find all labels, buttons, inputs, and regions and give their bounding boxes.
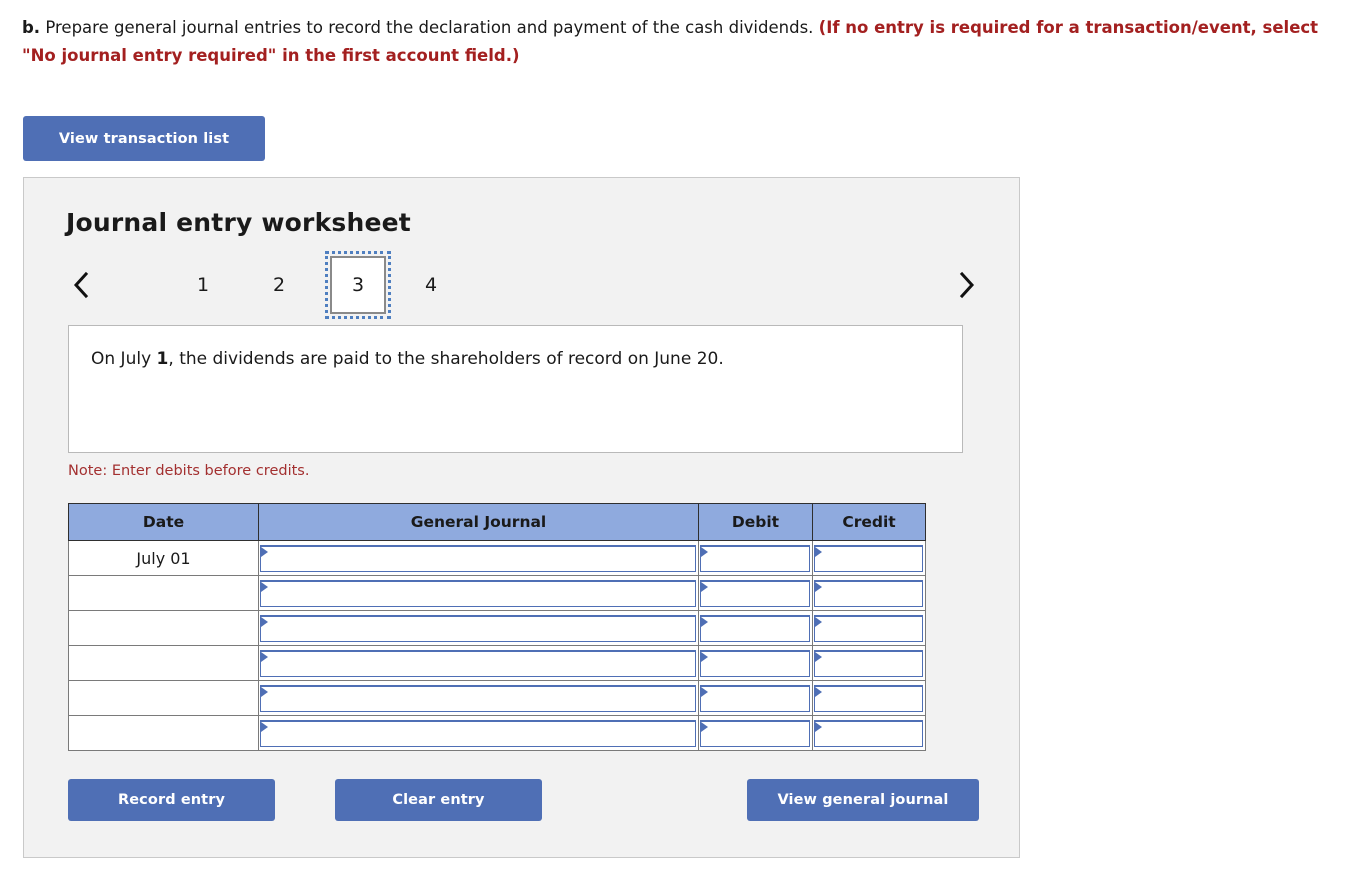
view-general-journal-button[interactable]: View general journal [747, 779, 979, 821]
journal-entry-worksheet-panel: Journal entry worksheet 1 2 3 4 On July … [23, 177, 1020, 858]
transaction-description-box: On July 1, the dividends are paid to the… [68, 325, 963, 453]
transaction-description-text: On July 1, the dividends are paid to the… [91, 347, 948, 371]
credit-cell[interactable] [812, 575, 926, 611]
clear-entry-button[interactable]: Clear entry [335, 779, 542, 821]
debit-input[interactable] [700, 579, 810, 607]
debit-input[interactable] [700, 614, 810, 642]
table-row [68, 645, 926, 681]
credit-cell[interactable] [812, 610, 926, 646]
transaction-text-suffix: , the dividends are paid to the sharehol… [168, 349, 724, 369]
account-select[interactable] [260, 649, 696, 677]
credit-input[interactable] [814, 684, 923, 712]
worksheet-tab-3[interactable]: 3 [325, 251, 391, 319]
question-body: Prepare general journal entries to recor… [40, 18, 819, 37]
debit-cell[interactable] [698, 715, 813, 751]
column-header-debit: Debit [698, 503, 813, 541]
journal-entry-page: b. Prepare general journal entries to re… [0, 0, 1359, 885]
table-row [68, 610, 926, 646]
column-header-date: Date [68, 503, 259, 541]
table-row: July 01 [68, 540, 926, 576]
worksheet-tab-strip: 1 2 3 4 [66, 251, 981, 320]
credit-input[interactable] [814, 719, 923, 747]
account-select[interactable] [260, 719, 696, 747]
general-journal-cell[interactable] [258, 680, 699, 716]
account-select[interactable] [260, 614, 696, 642]
debit-input[interactable] [700, 684, 810, 712]
date-cell[interactable]: July 01 [68, 540, 259, 576]
record-entry-button[interactable]: Record entry [68, 779, 275, 821]
credit-input[interactable] [814, 614, 923, 642]
table-row [68, 575, 926, 611]
chevron-right-icon[interactable] [951, 266, 981, 304]
date-cell[interactable] [68, 645, 259, 681]
column-header-general-journal: General Journal [258, 503, 699, 541]
credit-input[interactable] [814, 544, 923, 572]
debit-cell[interactable] [698, 680, 813, 716]
credit-cell[interactable] [812, 645, 926, 681]
general-journal-cell[interactable] [258, 645, 699, 681]
debit-cell[interactable] [698, 610, 813, 646]
debit-cell[interactable] [698, 540, 813, 576]
question-prompt: b. Prepare general journal entries to re… [22, 14, 1332, 70]
debits-before-credits-note: Note: Enter debits before credits. [68, 463, 310, 479]
account-select[interactable] [260, 684, 696, 712]
debit-input[interactable] [700, 719, 810, 747]
general-journal-cell[interactable] [258, 575, 699, 611]
general-journal-cell[interactable] [258, 610, 699, 646]
debit-input[interactable] [700, 544, 810, 572]
table-row [68, 680, 926, 716]
debit-cell[interactable] [698, 575, 813, 611]
column-header-credit: Credit [812, 503, 926, 541]
question-label: b. [22, 18, 41, 37]
credit-input[interactable] [814, 649, 923, 677]
worksheet-tab-2[interactable]: 2 [254, 264, 304, 306]
credit-cell[interactable] [812, 540, 926, 576]
account-select[interactable] [260, 544, 696, 572]
date-cell[interactable] [68, 575, 259, 611]
debit-input[interactable] [700, 649, 810, 677]
general-journal-cell[interactable] [258, 715, 699, 751]
chevron-left-icon[interactable] [66, 266, 96, 304]
worksheet-title: Journal entry worksheet [66, 208, 411, 237]
transaction-text-prefix: On July [91, 349, 157, 369]
worksheet-tab-4[interactable]: 4 [406, 264, 456, 306]
date-cell[interactable] [68, 610, 259, 646]
credit-cell[interactable] [812, 715, 926, 751]
credit-cell[interactable] [812, 680, 926, 716]
date-cell[interactable] [68, 680, 259, 716]
debit-cell[interactable] [698, 645, 813, 681]
view-transaction-list-button[interactable]: View transaction list [23, 116, 265, 161]
table-row [68, 715, 926, 751]
date-cell[interactable] [68, 715, 259, 751]
general-journal-table: Date General Journal Debit Credit July 0… [68, 503, 926, 751]
table-header-row: Date General Journal Debit Credit [68, 503, 926, 541]
credit-input[interactable] [814, 579, 923, 607]
general-journal-cell[interactable] [258, 540, 699, 576]
account-select[interactable] [260, 579, 696, 607]
worksheet-tab-1[interactable]: 1 [178, 264, 228, 306]
transaction-text-emphasis: 1 [156, 349, 169, 369]
